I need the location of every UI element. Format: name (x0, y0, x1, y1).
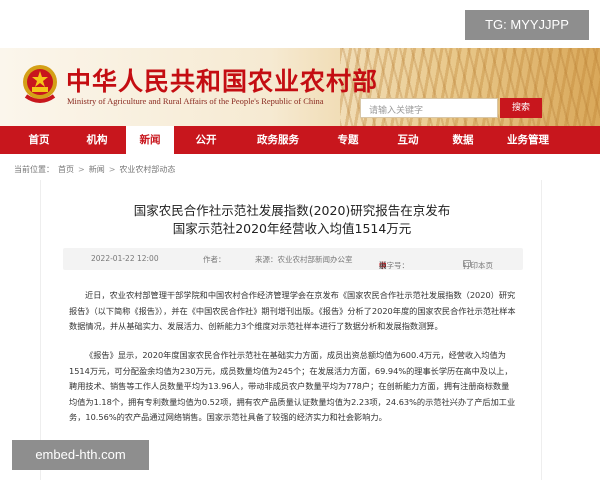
nav-item-organization[interactable]: 机构 (68, 126, 126, 154)
author-label: 作者： (203, 255, 226, 264)
breadcrumb-separator: > (78, 165, 85, 174)
source-label: 来源：农业农村部新闻办公室 (255, 255, 353, 264)
national-emblem-icon (23, 65, 57, 103)
nav-item-topics[interactable]: 专题 (318, 126, 378, 154)
article-headline: 国家农民合作社示范社发展指数(2020)研究报告在京发布 (133, 203, 451, 218)
site-header-banner: 中华人民共和国农业农村部 Ministry of Agriculture and… (0, 48, 600, 126)
font-size-close-bracket: 】 (379, 261, 387, 270)
breadcrumb: 当前位置： 首页 > 新闻 > 农业农村部动态 (14, 164, 175, 175)
breadcrumb-item-news[interactable]: 新闻 (89, 164, 105, 175)
nav-item-data[interactable]: 数据 (438, 126, 488, 154)
breadcrumb-item-home[interactable]: 首页 (58, 164, 74, 175)
print-label: 打印本页 (463, 261, 493, 270)
nav-item-news[interactable]: 新闻 (126, 126, 174, 154)
article-subheadline: 国家示范社2020年经营收入均值1514万元 (172, 221, 412, 236)
nav-item-services[interactable]: 政务服务 (238, 126, 318, 154)
publish-date: 2022-01-22 12:00 (91, 254, 159, 263)
article-card: 国家农民合作社示范社发展指数(2020)研究报告在京发布 国家示范社2020年经… (40, 180, 542, 480)
nav-item-interaction[interactable]: 互动 (378, 126, 438, 154)
site-title[interactable]: 中华人民共和国农业农村部 (66, 62, 378, 98)
nav-item-business[interactable]: 业务管理 (488, 126, 568, 154)
embed-watermark-tag: embed-hth.com (12, 440, 149, 470)
search-button[interactable]: 搜索 (500, 98, 542, 118)
search-input[interactable]: 请输入关键字 (360, 98, 498, 118)
breadcrumb-prefix: 当前位置： (14, 165, 54, 174)
nav-item-public[interactable]: 公开 (174, 126, 238, 154)
breadcrumb-separator: > (108, 165, 116, 174)
article-paragraph: 近日，农业农村部管理干部学院和中国农村合作经济管理学会在京发布《国家农民合作社示… (69, 290, 516, 331)
tg-watermark-tag: TG: MYYJJPP (465, 10, 589, 40)
site-subtitle: Ministry of Agriculture and Rural Affair… (67, 96, 324, 106)
nav-item-home[interactable]: 首页 (10, 126, 68, 154)
article-meta-bar: 2022-01-22 12:00 作者： 来源：农业农村部新闻办公室 【字号： … (63, 248, 523, 270)
article-paragraph: 《报告》显示，2020年度国家农民合作社示范社在基础实力方面，成员出资总额均值为… (69, 350, 516, 422)
main-nav: 首页 机构 新闻 公开 政务服务 专题 互动 数据 业务管理 (0, 126, 600, 154)
breadcrumb-item-ministry-updates[interactable]: 农业农村部动态 (119, 164, 175, 175)
